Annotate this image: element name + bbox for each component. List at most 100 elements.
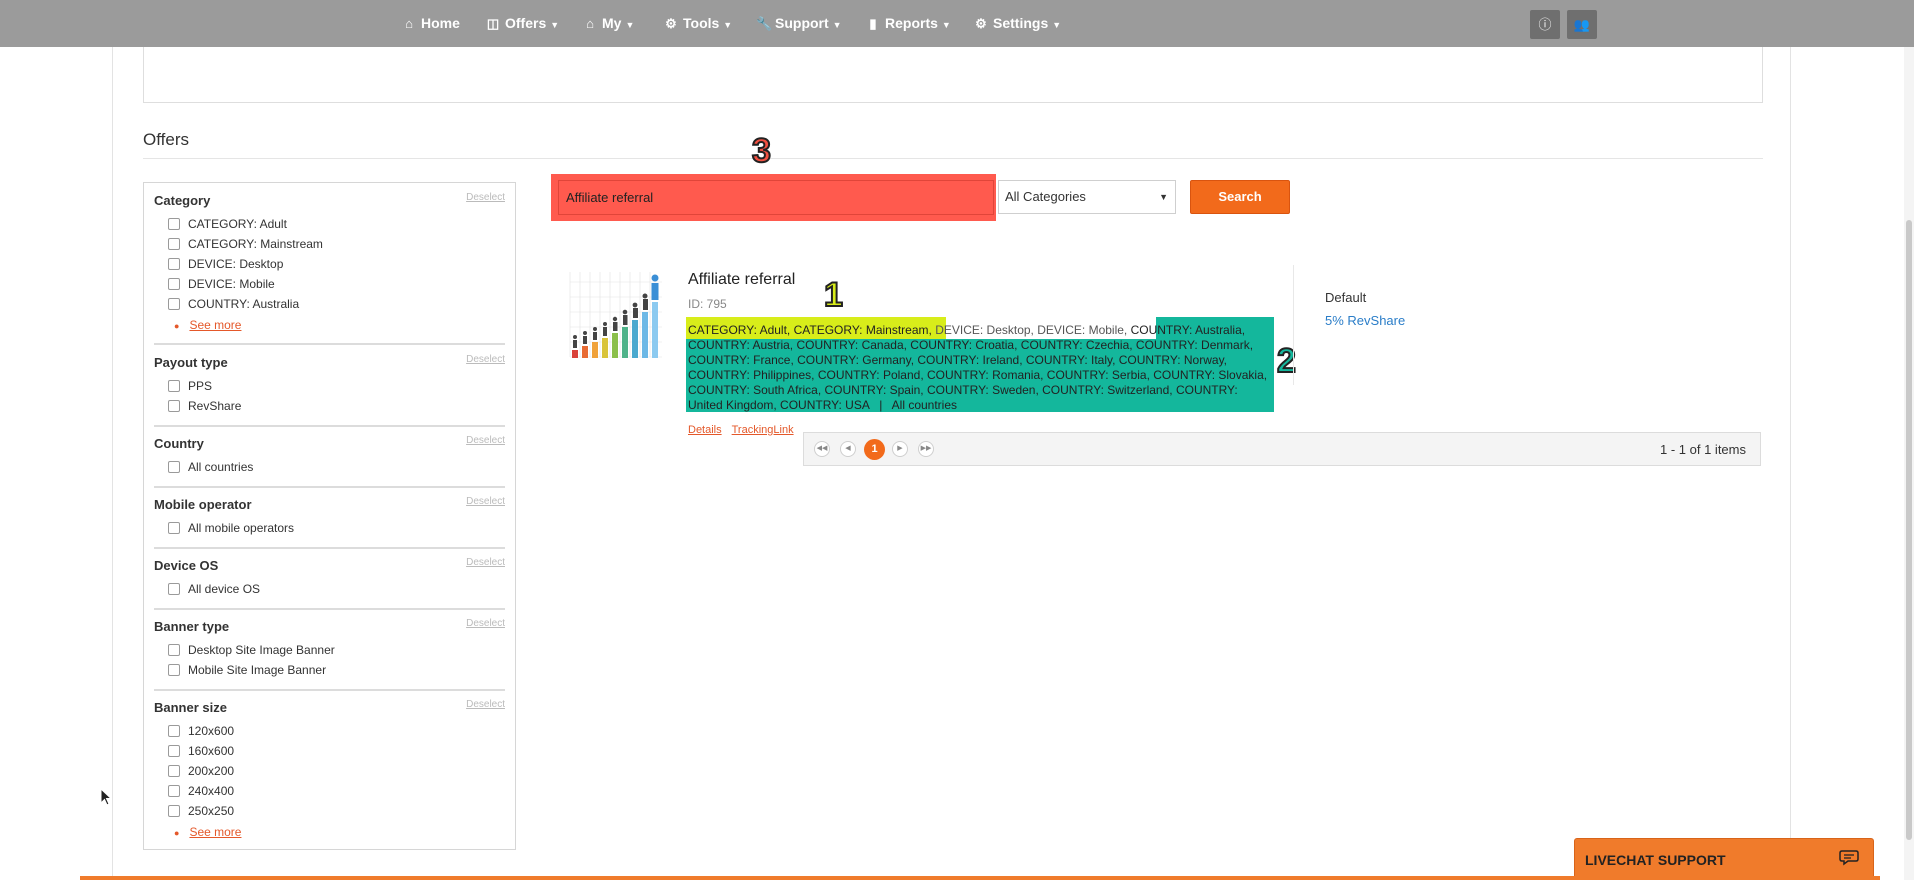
deselect-link[interactable]: Deselect	[466, 354, 505, 365]
nav-label: My	[602, 15, 622, 31]
current-page[interactable]: 1	[864, 439, 885, 460]
frame-right-border	[1790, 47, 1791, 880]
filter-sidebar: Category Deselect CATEGORY: Adult CATEGO…	[143, 182, 516, 850]
checkbox[interactable]	[168, 785, 180, 797]
checkbox[interactable]	[168, 278, 180, 290]
top-content-panel	[143, 47, 1763, 103]
deselect-link[interactable]: Deselect	[466, 699, 505, 710]
filter-group-banner-size: Banner size Deselect 120x600 160x600 200…	[154, 699, 505, 840]
checkbox[interactable]	[168, 745, 180, 757]
filter-option[interactable]: DEVICE: Desktop	[168, 256, 283, 272]
gear-icon: ⚙	[665, 16, 677, 31]
see-more-link[interactable]: ● See more	[174, 825, 241, 839]
deselect-link[interactable]: Deselect	[466, 435, 505, 446]
deselect-link[interactable]: Deselect	[466, 557, 505, 568]
section-divider	[143, 158, 1763, 159]
filter-separator	[154, 608, 505, 610]
details-link[interactable]: Details	[688, 424, 722, 436]
filter-group-title: Mobile operator	[154, 497, 252, 512]
filter-option[interactable]: CATEGORY: Mainstream	[168, 236, 323, 252]
checkbox[interactable]	[168, 725, 180, 737]
prev-page-button[interactable]: ◀	[840, 441, 856, 457]
checkbox[interactable]	[168, 461, 180, 473]
offer-title[interactable]: Affiliate referral	[688, 271, 795, 289]
filter-group-country: Country Deselect All countries	[154, 435, 505, 476]
nav-item-home[interactable]: ⌂ Home	[402, 0, 460, 47]
offer-thumbnail[interactable]	[566, 262, 668, 362]
filter-option[interactable]: All mobile operators	[168, 520, 294, 536]
filter-group-banner-type: Banner type Deselect Desktop Site Image …	[154, 618, 505, 679]
prev-page-icon: ◀	[845, 445, 851, 452]
next-page-icon: ▶	[897, 445, 903, 452]
checkbox[interactable]	[168, 664, 180, 676]
checkbox[interactable]	[168, 644, 180, 656]
checkbox[interactable]	[168, 805, 180, 817]
filter-option[interactable]: All countries	[168, 459, 253, 475]
checkbox[interactable]	[168, 765, 180, 777]
filter-group-category: Category Deselect CATEGORY: Adult CATEGO…	[154, 192, 505, 333]
filter-option[interactable]: CATEGORY: Adult	[168, 216, 287, 232]
option-label: CATEGORY: Mainstream	[188, 237, 323, 251]
annotation-1: 1	[823, 276, 844, 314]
first-page-button[interactable]: ◀◀	[814, 441, 830, 457]
filter-separator	[154, 425, 505, 427]
checkbox[interactable]	[168, 218, 180, 230]
filter-option[interactable]: Desktop Site Image Banner	[168, 642, 335, 658]
category-select[interactable]: All Categories ▼	[998, 180, 1176, 214]
deselect-link[interactable]: Deselect	[466, 618, 505, 629]
checkbox[interactable]	[168, 380, 180, 392]
filter-option[interactable]: DEVICE: Mobile	[168, 276, 275, 292]
checkbox[interactable]	[168, 238, 180, 250]
offer-card-divider	[1293, 265, 1294, 385]
filter-option[interactable]: 120x600	[168, 723, 234, 739]
filter-option[interactable]: COUNTRY: Australia	[168, 296, 299, 312]
option-label: 200x200	[188, 764, 235, 778]
filter-option[interactable]: All device OS	[168, 581, 260, 597]
gear-icon: ⚙	[975, 16, 987, 31]
checkbox[interactable]	[168, 522, 180, 534]
nav-item-offers[interactable]: ◫ Offers ▼	[486, 0, 559, 47]
option-label: 240x400	[188, 784, 235, 798]
search-button[interactable]: Search	[1190, 180, 1290, 214]
bullet-icon: ●	[174, 321, 180, 331]
filter-option[interactable]: Mobile Site Image Banner	[168, 662, 326, 678]
option-label: CATEGORY: Adult	[188, 217, 287, 231]
nav-item-my[interactable]: ⌂ My ▼	[583, 0, 634, 47]
page-root: ⌂ Home ◫ Offers ▼ ⌂ My ▼ ⚙ Tools ▼ 🔧 Support ▼ ▮ R…	[0, 0, 1914, 880]
payout-value[interactable]: 5% RevShare	[1325, 313, 1405, 328]
filter-option[interactable]: 200x200	[168, 763, 234, 779]
checkbox[interactable]	[168, 258, 180, 270]
filter-group-title: Category	[154, 193, 211, 208]
nav-label: Settings	[993, 15, 1049, 31]
last-page-icon: ▶▶	[920, 445, 932, 452]
filter-option[interactable]: 240x400	[168, 783, 234, 799]
offer-tags-all-countries: All countries	[891, 398, 958, 412]
last-page-button[interactable]: ▶▶	[918, 441, 934, 457]
scrollbar-thumb[interactable]	[1906, 220, 1912, 840]
next-page-button[interactable]: ▶	[892, 441, 908, 457]
users-icon: 👥	[1573, 17, 1591, 32]
checkbox[interactable]	[168, 298, 180, 310]
deselect-link[interactable]: Deselect	[466, 192, 505, 203]
filter-option[interactable]: PPS	[168, 378, 212, 394]
checkbox[interactable]	[168, 400, 180, 412]
nav-label: Reports	[885, 15, 938, 31]
chevron-down-icon: ▼	[1052, 20, 1062, 30]
checkbox[interactable]	[168, 583, 180, 595]
search-input[interactable]: Affiliate referral	[558, 180, 994, 215]
option-label: 160x600	[188, 744, 235, 758]
info-button[interactable]: ⓘ	[1530, 10, 1560, 39]
users-button[interactable]: 👥	[1567, 10, 1597, 39]
tracking-link[interactable]: TrackingLink	[732, 424, 794, 436]
nav-item-support[interactable]: 🔧 Support ▼	[756, 0, 842, 47]
nav-item-settings[interactable]: ⚙ Settings ▼	[974, 0, 1061, 47]
nav-item-tools[interactable]: ⚙ Tools ▼	[664, 0, 732, 47]
nav-item-reports[interactable]: ▮ Reports ▼	[866, 0, 950, 47]
filter-option[interactable]: 160x600	[168, 743, 234, 759]
deselect-link[interactable]: Deselect	[466, 496, 505, 507]
frame-left-border	[112, 47, 113, 880]
filter-option[interactable]: RevShare	[168, 398, 241, 414]
livechat-widget[interactable]: LIVECHAT SUPPORT	[1574, 838, 1874, 880]
see-more-link[interactable]: ● See more	[174, 318, 241, 332]
filter-option[interactable]: 250x250	[168, 803, 234, 819]
